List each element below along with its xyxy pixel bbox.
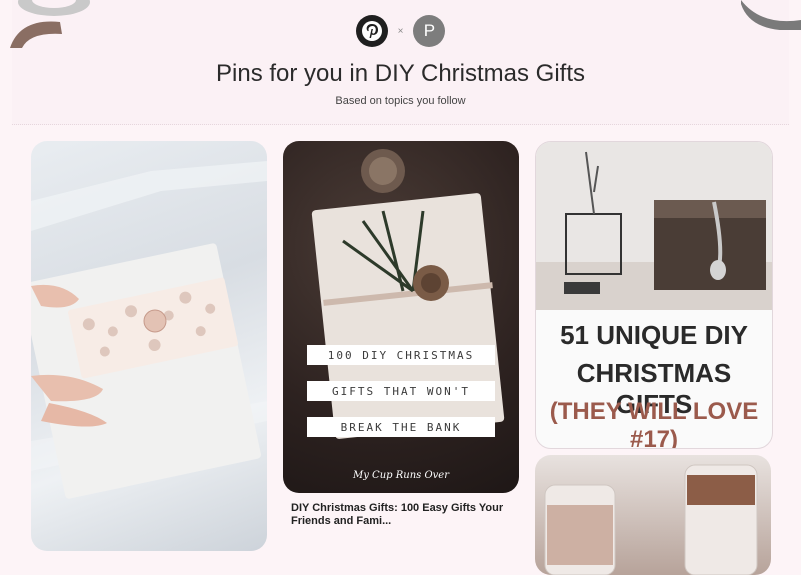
- page-title: Pins for you in DIY Christmas Gifts: [216, 60, 585, 87]
- user-avatar[interactable]: P: [413, 15, 446, 47]
- jar-photo-icon: [544, 464, 758, 575]
- headline-line-1: 51 UNIQUE DIY: [560, 320, 748, 350]
- pin-card-gift-wrap[interactable]: [31, 141, 267, 551]
- pin-card-100-diy-gifts[interactable]: 100 DIY CHRISTMAS GIFTS THAT WON'T BREAK…: [283, 141, 519, 493]
- pinterest-logo-icon: [355, 15, 388, 47]
- pin-caption[interactable]: DIY Christmas Gifts: 100 Easy Gifts Your…: [291, 502, 511, 528]
- brand-watermark: My Cup Runs Over: [352, 470, 449, 481]
- headline-line-3: (THEY WILL LOVE #17): [549, 398, 759, 449]
- pin-card-51-unique-gifts[interactable]: 51 UNIQUE DIY CHRISTMAS GIFTS (THEY WILL…: [535, 141, 773, 449]
- terrarium-box-photo-icon: [536, 142, 772, 310]
- overlay-line-1: 100 DIY CHRISTMAS: [307, 345, 495, 365]
- overlay-line-3: BREAK THE BANK: [307, 417, 495, 437]
- gift-pinecone-photo-icon: [311, 149, 505, 439]
- gift-box-photo-icon: [31, 161, 267, 499]
- page-subtitle: Based on topics you follow: [335, 95, 466, 107]
- separator-times: ×: [397, 25, 404, 37]
- logo-row: × P: [0, 14, 801, 48]
- overlay-line-2: GIFTS THAT WON'T: [307, 381, 495, 401]
- pin-card-jars[interactable]: [535, 455, 771, 575]
